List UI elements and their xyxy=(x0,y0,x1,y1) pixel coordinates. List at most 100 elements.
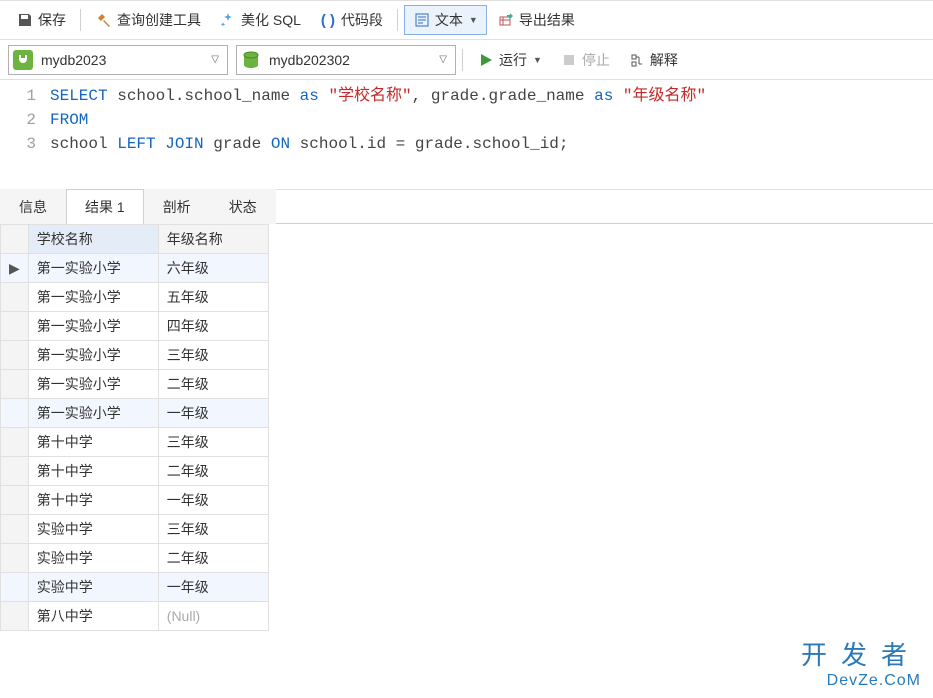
cell[interactable]: 一年级 xyxy=(158,486,268,515)
sql-editor[interactable]: 1 2 3 SELECT school.school_name as "学校名称… xyxy=(0,80,933,190)
row-indicator xyxy=(1,370,29,399)
table-row[interactable]: 实验中学一年级 xyxy=(1,573,269,602)
row-header-corner xyxy=(1,225,29,254)
cell[interactable]: 六年级 xyxy=(158,254,268,283)
row-indicator: ▶ xyxy=(1,254,29,283)
cell[interactable]: 第十中学 xyxy=(28,486,158,515)
cell[interactable]: 第十中学 xyxy=(28,457,158,486)
cell[interactable]: 二年级 xyxy=(158,457,268,486)
cell[interactable]: 第十中学 xyxy=(28,428,158,457)
row-indicator xyxy=(1,486,29,515)
table-row[interactable]: 实验中学三年级 xyxy=(1,515,269,544)
cell[interactable]: 第一实验小学 xyxy=(28,312,158,341)
line-number: 3 xyxy=(0,132,36,156)
row-indicator xyxy=(1,457,29,486)
query-builder-label: 查询创建工具 xyxy=(117,10,201,30)
tab-info[interactable]: 信息 xyxy=(0,189,66,224)
sql-text: school.id = grade.school_id; xyxy=(290,135,568,153)
connection-combo[interactable]: mydb2023 ▽ xyxy=(8,45,228,75)
sql-keyword: as xyxy=(300,87,319,105)
cell[interactable]: (Null) xyxy=(158,602,268,631)
table-row[interactable]: 第十中学二年级 xyxy=(1,457,269,486)
chevron-down-icon: ▽ xyxy=(435,54,451,65)
database-icon xyxy=(239,48,263,72)
sql-string: "年级名称" xyxy=(613,87,706,105)
text-label: 文本 xyxy=(435,10,463,30)
line-number: 2 xyxy=(0,108,36,132)
code-snippet-button[interactable]: ( ) 代码段 xyxy=(311,6,391,34)
export-result-button[interactable]: 导出结果 xyxy=(489,6,583,34)
tab-result[interactable]: 结果 1 xyxy=(66,189,144,224)
explain-button[interactable]: 解释 xyxy=(620,46,686,74)
table-row[interactable]: 第十中学一年级 xyxy=(1,486,269,515)
column-header[interactable]: 学校名称 xyxy=(28,225,158,254)
database-value: mydb202302 xyxy=(267,52,435,68)
result-grid[interactable]: 学校名称 年级名称 ▶第一实验小学六年级第一实验小学五年级第一实验小学四年级第一… xyxy=(0,224,269,631)
cell[interactable]: 五年级 xyxy=(158,283,268,312)
table-row[interactable]: 第一实验小学四年级 xyxy=(1,312,269,341)
watermark-cn: 开发者 xyxy=(801,635,921,672)
beautify-sql-label: 美化 SQL xyxy=(241,10,301,30)
cell[interactable]: 三年级 xyxy=(158,515,268,544)
sql-text: school.school_name xyxy=(108,87,300,105)
row-indicator xyxy=(1,515,29,544)
tab-status[interactable]: 状态 xyxy=(210,189,276,224)
cell[interactable]: 第一实验小学 xyxy=(28,254,158,283)
database-combo[interactable]: mydb202302 ▽ xyxy=(236,45,456,75)
cell[interactable]: 二年级 xyxy=(158,544,268,573)
dropdown-icon: ▼ xyxy=(533,55,542,65)
row-indicator xyxy=(1,602,29,631)
beautify-sql-button[interactable]: 美化 SQL xyxy=(211,6,309,34)
table-row[interactable]: 第一实验小学三年级 xyxy=(1,341,269,370)
sql-code[interactable]: SELECT school.school_name as "学校名称", gra… xyxy=(50,84,933,185)
cell[interactable]: 一年级 xyxy=(158,399,268,428)
cell[interactable]: 第一实验小学 xyxy=(28,399,158,428)
run-button[interactable]: 运行 ▼ xyxy=(469,46,550,74)
tab-profile[interactable]: 剖析 xyxy=(144,189,210,224)
cell[interactable]: 实验中学 xyxy=(28,573,158,602)
table-row[interactable]: 第十中学三年级 xyxy=(1,428,269,457)
sparkle-icon xyxy=(219,11,237,29)
row-indicator xyxy=(1,544,29,573)
sql-text: grade xyxy=(204,135,271,153)
stop-button: 停止 xyxy=(552,46,618,74)
sql-keyword: FROM xyxy=(50,111,88,129)
plug-icon xyxy=(11,48,35,72)
cell[interactable]: 实验中学 xyxy=(28,515,158,544)
table-row[interactable]: 第一实验小学二年级 xyxy=(1,370,269,399)
hammer-icon xyxy=(95,11,113,29)
cell[interactable]: 四年级 xyxy=(158,312,268,341)
cell[interactable]: 实验中学 xyxy=(28,544,158,573)
table-row[interactable]: 第一实验小学一年级 xyxy=(1,399,269,428)
table-row[interactable]: 第一实验小学五年级 xyxy=(1,283,269,312)
column-header[interactable]: 年级名称 xyxy=(158,225,268,254)
line-gutter: 1 2 3 xyxy=(0,84,50,185)
sql-keyword: LEFT xyxy=(117,135,155,153)
save-button[interactable]: 保存 xyxy=(8,6,74,34)
cell[interactable]: 三年级 xyxy=(158,341,268,370)
sql-string: "学校名称" xyxy=(319,87,412,105)
export-icon xyxy=(497,11,515,29)
stop-icon xyxy=(560,51,578,69)
row-indicator xyxy=(1,341,29,370)
cell[interactable]: 第一实验小学 xyxy=(28,341,158,370)
cell[interactable]: 一年级 xyxy=(158,573,268,602)
cell[interactable]: 第一实验小学 xyxy=(28,370,158,399)
cell[interactable]: 第一实验小学 xyxy=(28,283,158,312)
stop-label: 停止 xyxy=(582,50,610,70)
result-tabs: 信息 结果 1 剖析 状态 xyxy=(0,190,933,224)
cell[interactable]: 第八中学 xyxy=(28,602,158,631)
connection-toolbar: mydb2023 ▽ mydb202302 ▽ 运行 ▼ 停止 解释 xyxy=(0,40,933,80)
text-button[interactable]: 文本 ▼ xyxy=(404,5,487,35)
table-row[interactable]: 第八中学(Null) xyxy=(1,602,269,631)
cell[interactable]: 三年级 xyxy=(158,428,268,457)
sql-text: school xyxy=(50,135,117,153)
table-row[interactable]: 实验中学二年级 xyxy=(1,544,269,573)
cell[interactable]: 二年级 xyxy=(158,370,268,399)
table-row[interactable]: ▶第一实验小学六年级 xyxy=(1,254,269,283)
separator xyxy=(80,9,81,31)
query-builder-button[interactable]: 查询创建工具 xyxy=(87,6,209,34)
sql-text xyxy=(156,135,166,153)
play-icon xyxy=(477,51,495,69)
main-toolbar: 保存 查询创建工具 美化 SQL ( ) 代码段 文本 ▼ 导出结果 xyxy=(0,0,933,40)
